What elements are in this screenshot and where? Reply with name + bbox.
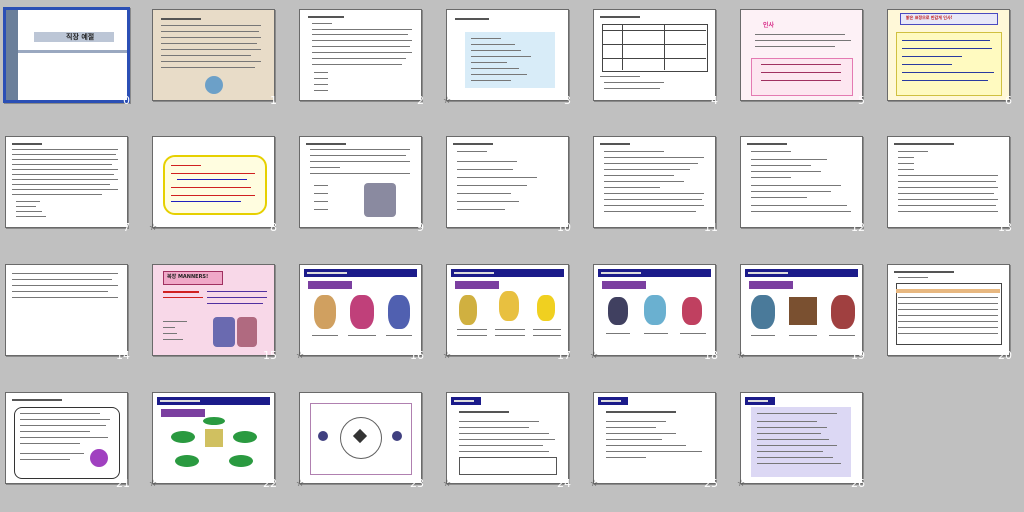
slide-number: 25 [704, 477, 718, 490]
slide-thumb-0[interactable]: 직장 예절 0 [0, 0, 132, 107]
slide-preview: 복장 MANNERS! [152, 264, 275, 356]
slide-preview [740, 392, 863, 484]
slide-number: 14 [116, 349, 130, 362]
slide-number: 9 [417, 221, 424, 234]
slide-number: 17 [557, 349, 571, 362]
slide-preview [5, 136, 128, 228]
slide-thumb-21[interactable]: 21 [0, 383, 132, 490]
slide-thumb-1[interactable]: 1 [147, 0, 279, 107]
star-icon[interactable]: ☆ [296, 351, 304, 361]
slide-preview [593, 9, 716, 101]
slide-preview [887, 136, 1010, 228]
star-icon[interactable]: ☆ [443, 479, 451, 489]
slide-thumb-11[interactable]: 11 [588, 127, 720, 234]
slide-number: 2 [417, 94, 424, 107]
slide-number: 15 [263, 349, 277, 362]
slide-preview [299, 136, 422, 228]
slide-thumb-15[interactable]: 복장 MANNERS! 15 [147, 255, 279, 362]
slide-title: 직장 예절 [66, 33, 95, 41]
star-icon[interactable]: ☆ [443, 96, 451, 106]
slide-thumb-17[interactable]: ☆ 17 [441, 255, 573, 362]
slide-preview [5, 264, 128, 356]
slide-preview: 밝은 표정으로 반갑게 인사! [887, 9, 1010, 101]
slide-preview [446, 9, 569, 101]
slide-number: 8 [270, 221, 277, 234]
slide-preview: 직장 예절 [3, 7, 130, 103]
slide-thumb-6[interactable]: 밝은 표정으로 반갑게 인사! 6 [882, 0, 1014, 107]
slide-number: 3 [564, 94, 571, 107]
slide-thumb-19[interactable]: ☆ 19 [735, 255, 867, 362]
slide-thumb-3[interactable]: ☆ 3 [441, 0, 573, 107]
slide-number: 23 [410, 477, 424, 490]
slide-preview [593, 136, 716, 228]
slide-preview [299, 392, 422, 484]
slide-thumb-10[interactable]: 10 [441, 127, 573, 234]
slide-thumb-4[interactable]: 4 [588, 0, 720, 107]
slide-preview [740, 264, 863, 356]
slide-thumb-8[interactable]: ☆ 8 [147, 127, 279, 234]
slide-number: 7 [123, 221, 130, 234]
slide-thumb-12[interactable]: 12 [735, 127, 867, 234]
slide-number: 10 [557, 221, 571, 234]
slide-number: 18 [704, 349, 718, 362]
slide-preview [152, 392, 275, 484]
slide-number: 26 [851, 477, 865, 490]
slide-number: 13 [998, 221, 1012, 234]
slide-preview [152, 9, 275, 101]
star-icon[interactable]: ☆ [443, 351, 451, 361]
slide-number: 24 [557, 477, 571, 490]
slide-thumb-9[interactable]: 9 [294, 127, 426, 234]
slide-thumb-16[interactable]: ☆ 16 [294, 255, 426, 362]
slide-number: 16 [410, 349, 424, 362]
star-icon[interactable]: ☆ [590, 351, 598, 361]
slide-thumb-2[interactable]: 2 [294, 0, 426, 107]
slide-preview [593, 264, 716, 356]
slide-thumb-18[interactable]: ☆ 18 [588, 255, 720, 362]
star-icon[interactable]: ☆ [149, 479, 157, 489]
slide-number: 0 [123, 94, 130, 107]
star-icon[interactable]: ☆ [737, 351, 745, 361]
slide-thumb-24[interactable]: ☆ 24 [441, 383, 573, 490]
slide-preview [593, 392, 716, 484]
slide-number: 22 [263, 477, 277, 490]
star-icon[interactable]: ☆ [149, 223, 157, 233]
slide-thumb-22[interactable]: ☆ 22 [147, 383, 279, 490]
slide-sorter-grid: 직장 예절 0 1 2 ☆ 3 4 인사 5 밝은 표정으로 반갑게 인사! 6… [0, 0, 1024, 512]
slide-number: 6 [1005, 94, 1012, 107]
slide-thumb-14[interactable]: 14 [0, 255, 132, 362]
slide-preview [152, 136, 275, 228]
star-icon[interactable]: ☆ [737, 479, 745, 489]
slide-thumb-13[interactable]: 13 [882, 127, 1014, 234]
slide-preview [740, 136, 863, 228]
slide-heading: 복장 MANNERS! [167, 274, 209, 280]
slide-thumb-5[interactable]: 인사 5 [735, 0, 867, 107]
slide-thumb-23[interactable]: ☆ 23 [294, 383, 426, 490]
slide-number: 1 [270, 94, 277, 107]
slide-preview [887, 264, 1010, 356]
slide-heading: 인사 [763, 22, 775, 29]
slide-preview [5, 392, 128, 484]
slide-thumb-25[interactable]: ☆ 25 [588, 383, 720, 490]
slide-number: 19 [851, 349, 865, 362]
slide-number: 12 [851, 221, 865, 234]
slide-preview [299, 264, 422, 356]
star-icon[interactable]: ☆ [296, 479, 304, 489]
slide-thumb-20[interactable]: 20 [882, 255, 1014, 362]
slide-preview [299, 9, 422, 101]
slide-heading: 밝은 표정으로 반갑게 인사! [906, 15, 953, 20]
slide-number: 20 [998, 349, 1012, 362]
slide-thumb-26[interactable]: ☆ 26 [735, 383, 867, 490]
slide-preview [446, 136, 569, 228]
slide-preview [446, 392, 569, 484]
slide-thumb-7[interactable]: 7 [0, 127, 132, 234]
slide-preview: 인사 [740, 9, 863, 101]
slide-number: 21 [116, 477, 130, 490]
slide-number: 5 [858, 94, 865, 107]
slide-number: 11 [704, 221, 718, 234]
slide-preview [446, 264, 569, 356]
slide-number: 4 [711, 94, 718, 107]
star-icon[interactable]: ☆ [590, 479, 598, 489]
